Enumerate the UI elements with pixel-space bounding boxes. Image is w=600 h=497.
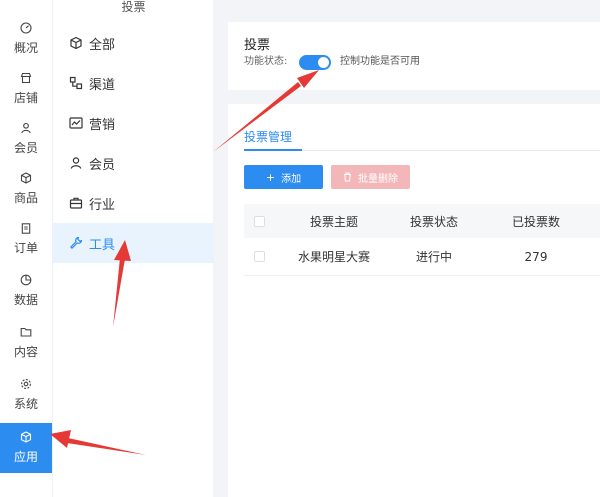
select-all-cell	[244, 204, 274, 238]
sub-item-all[interactable]: 全部	[53, 23, 214, 63]
rail-item-goods[interactable]: 商品	[0, 164, 52, 214]
rail-item-overview[interactable]: 概况	[0, 14, 52, 64]
table-header: 投票主题 投票状态 已投票数	[244, 204, 600, 238]
rail-item-label: 数据	[13, 293, 38, 307]
cell-status: 进行中	[415, 250, 452, 264]
channel-icon	[69, 76, 83, 90]
sub-item-label: 行业	[89, 197, 116, 213]
column-header-topic: 投票主题	[309, 214, 358, 229]
submenu-title: 投票	[121, 0, 146, 14]
rail-item-content[interactable]: 内容	[0, 318, 52, 368]
column-header-count: 已投票数	[511, 214, 560, 229]
sub-item-label: 全部	[89, 37, 116, 53]
clipboard-icon	[20, 222, 32, 234]
rail-item-label: 概况	[13, 41, 38, 55]
sub-item-label: 渠道	[89, 77, 116, 93]
rail-item-data[interactable]: 数据	[0, 266, 52, 316]
row-select-cell	[244, 238, 274, 275]
sub-item-marketing[interactable]: 营销	[53, 103, 214, 143]
sub-menu: 投票 全部 渠道 营销 会员 行业 工具	[52, 0, 214, 497]
rail-item-label: 订单	[13, 241, 38, 255]
tab-vote-management[interactable]: 投票管理	[244, 128, 292, 145]
cell-count: 279	[524, 249, 548, 264]
sub-item-tools[interactable]: 工具	[53, 223, 214, 263]
rail-item-label: 内容	[13, 345, 38, 359]
briefcase-icon	[69, 196, 83, 210]
vote-settings-card: 投票 功能状态: 控制功能是否可用	[228, 22, 600, 90]
folder-icon	[20, 326, 32, 338]
user-icon	[20, 122, 32, 134]
rail-item-label: 会员	[13, 141, 38, 155]
cube-icon	[20, 431, 32, 443]
trash-icon	[343, 172, 352, 182]
store-icon	[20, 72, 32, 84]
rail-item-system[interactable]: 系统	[0, 370, 52, 420]
plus-icon: +	[265, 170, 276, 184]
table-row: 水果明星大赛 进行中 279	[244, 238, 600, 276]
rail-item-apps[interactable]: 应用	[0, 423, 52, 473]
toggle-knob	[318, 57, 329, 68]
batch-delete-button[interactable]: 批量删除	[331, 165, 410, 189]
cube-icon	[69, 36, 83, 50]
sub-item-label: 会员	[89, 157, 116, 173]
rail-item-label: 系统	[13, 397, 38, 411]
rail-item-member[interactable]: 会员	[0, 114, 52, 164]
rail-item-label: 应用	[13, 450, 38, 464]
vote-management-card: 投票管理 + 添加 批量删除 投票主题 投票状态 已投票数 水果明星大赛 进行中…	[228, 104, 600, 497]
cell-topic: 水果明星大赛	[297, 250, 370, 264]
page-title: 投票	[244, 38, 271, 53]
user-icon	[69, 156, 83, 170]
main-nav-rail: 概况 店铺 会员 商品 订单 数据 内容 系统 应用	[0, 0, 52, 497]
sub-item-label: 工具	[89, 237, 116, 253]
rail-item-store[interactable]: 店铺	[0, 64, 52, 114]
sub-item-member[interactable]: 会员	[53, 143, 214, 183]
column-header-status: 投票状态	[409, 214, 458, 229]
pie-icon	[20, 274, 32, 286]
function-status-label: 功能状态:	[244, 56, 288, 67]
active-tab-indicator	[244, 149, 302, 151]
sub-item-label: 营销	[89, 117, 116, 133]
batch-delete-label: 批量删除	[358, 173, 398, 185]
add-button[interactable]: + 添加	[244, 165, 323, 189]
add-button-label: 添加	[281, 173, 302, 185]
gear-icon	[20, 378, 32, 390]
rail-item-label: 商品	[13, 191, 38, 205]
function-status-description: 控制功能是否可用	[340, 56, 420, 67]
trend-icon	[69, 116, 83, 130]
rail-item-label: 店铺	[13, 91, 38, 105]
dashboard-icon	[20, 22, 32, 34]
function-status-toggle[interactable]	[299, 55, 331, 70]
box-icon	[20, 172, 32, 184]
row-checkbox[interactable]	[254, 251, 265, 262]
rail-item-orders[interactable]: 订单	[0, 214, 52, 264]
sub-item-industry[interactable]: 行业	[53, 183, 214, 223]
sub-item-channel[interactable]: 渠道	[53, 63, 214, 103]
wrench-icon	[69, 236, 83, 250]
select-all-checkbox[interactable]	[254, 215, 265, 227]
